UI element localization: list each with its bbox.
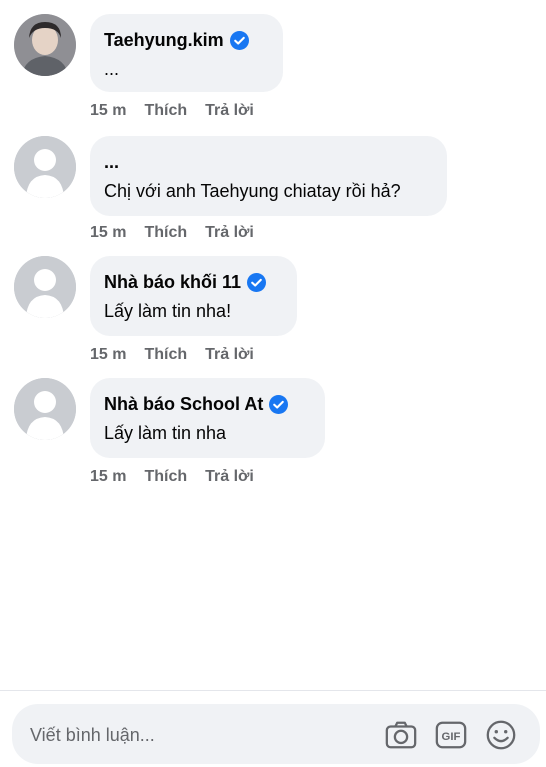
comment-bubble: Taehyung.kim ... (90, 14, 283, 92)
comment-time[interactable]: 15 m (90, 468, 126, 486)
comment-actions: 15 m Thích Trả lời (90, 102, 254, 120)
avatar[interactable] (14, 14, 76, 76)
comment-text: Chị với anh Taehyung chiatay rồi hả? (104, 181, 401, 201)
comment-bubble: ... Chị với anh Taehyung chiatay rồi hả? (90, 136, 447, 216)
comment-text: ... (104, 59, 120, 79)
author-name[interactable]: Nhà báo School At (104, 393, 263, 415)
comment-actions: 15 m Thích Trả lời (90, 346, 254, 364)
comment-bubble: Nhà báo khối 11 Lấy làm tin nha! (90, 256, 297, 336)
comment-time[interactable]: 15 m (90, 224, 126, 242)
comment-bubble: Nhà báo School At Lấy làm tin nha (90, 378, 325, 458)
like-button[interactable]: Thích (144, 224, 187, 242)
like-button[interactable]: Thích (144, 102, 187, 120)
composer-divider (0, 690, 546, 691)
comment-time[interactable]: 15 m (90, 346, 126, 364)
comment-text: Lấy làm tin nha (104, 423, 227, 443)
reply-button[interactable]: Trả lời (205, 468, 254, 486)
emoji-icon[interactable] (484, 718, 518, 752)
comment-author[interactable]: Taehyung.kim (104, 29, 269, 51)
comment-time[interactable]: 15 m (90, 102, 126, 120)
verified-badge-icon (269, 394, 289, 414)
like-button[interactable]: Thích (144, 468, 187, 486)
reply-button[interactable]: Trả lời (205, 224, 254, 242)
author-name[interactable]: ... (104, 151, 119, 173)
comment-author[interactable]: Nhà báo School At (104, 393, 311, 415)
comment-actions: 15 m Thích Trả lời (90, 224, 254, 242)
avatar[interactable] (14, 378, 76, 440)
comment-actions: 15 m Thích Trả lời (90, 468, 254, 486)
avatar[interactable] (14, 136, 76, 198)
author-name[interactable]: Nhà báo khối 11 (104, 271, 241, 293)
reply-button[interactable]: Trả lời (205, 102, 254, 120)
verified-badge-icon (229, 30, 249, 50)
reply-button[interactable]: Trả lời (205, 346, 254, 364)
comment-composer: GIF (12, 704, 540, 764)
svg-text:GIF: GIF (442, 731, 461, 743)
comment-author[interactable]: Nhà báo khối 11 (104, 271, 283, 293)
like-button[interactable]: Thích (144, 346, 187, 364)
avatar[interactable] (14, 256, 76, 318)
author-name[interactable]: Taehyung.kim (104, 29, 224, 51)
comment-author[interactable]: ... (104, 151, 433, 173)
verified-badge-icon (247, 272, 267, 292)
camera-icon[interactable] (384, 718, 418, 752)
comment-text: Lấy làm tin nha! (104, 301, 232, 321)
gif-icon[interactable]: GIF (434, 718, 468, 752)
comment-input[interactable] (28, 718, 362, 752)
